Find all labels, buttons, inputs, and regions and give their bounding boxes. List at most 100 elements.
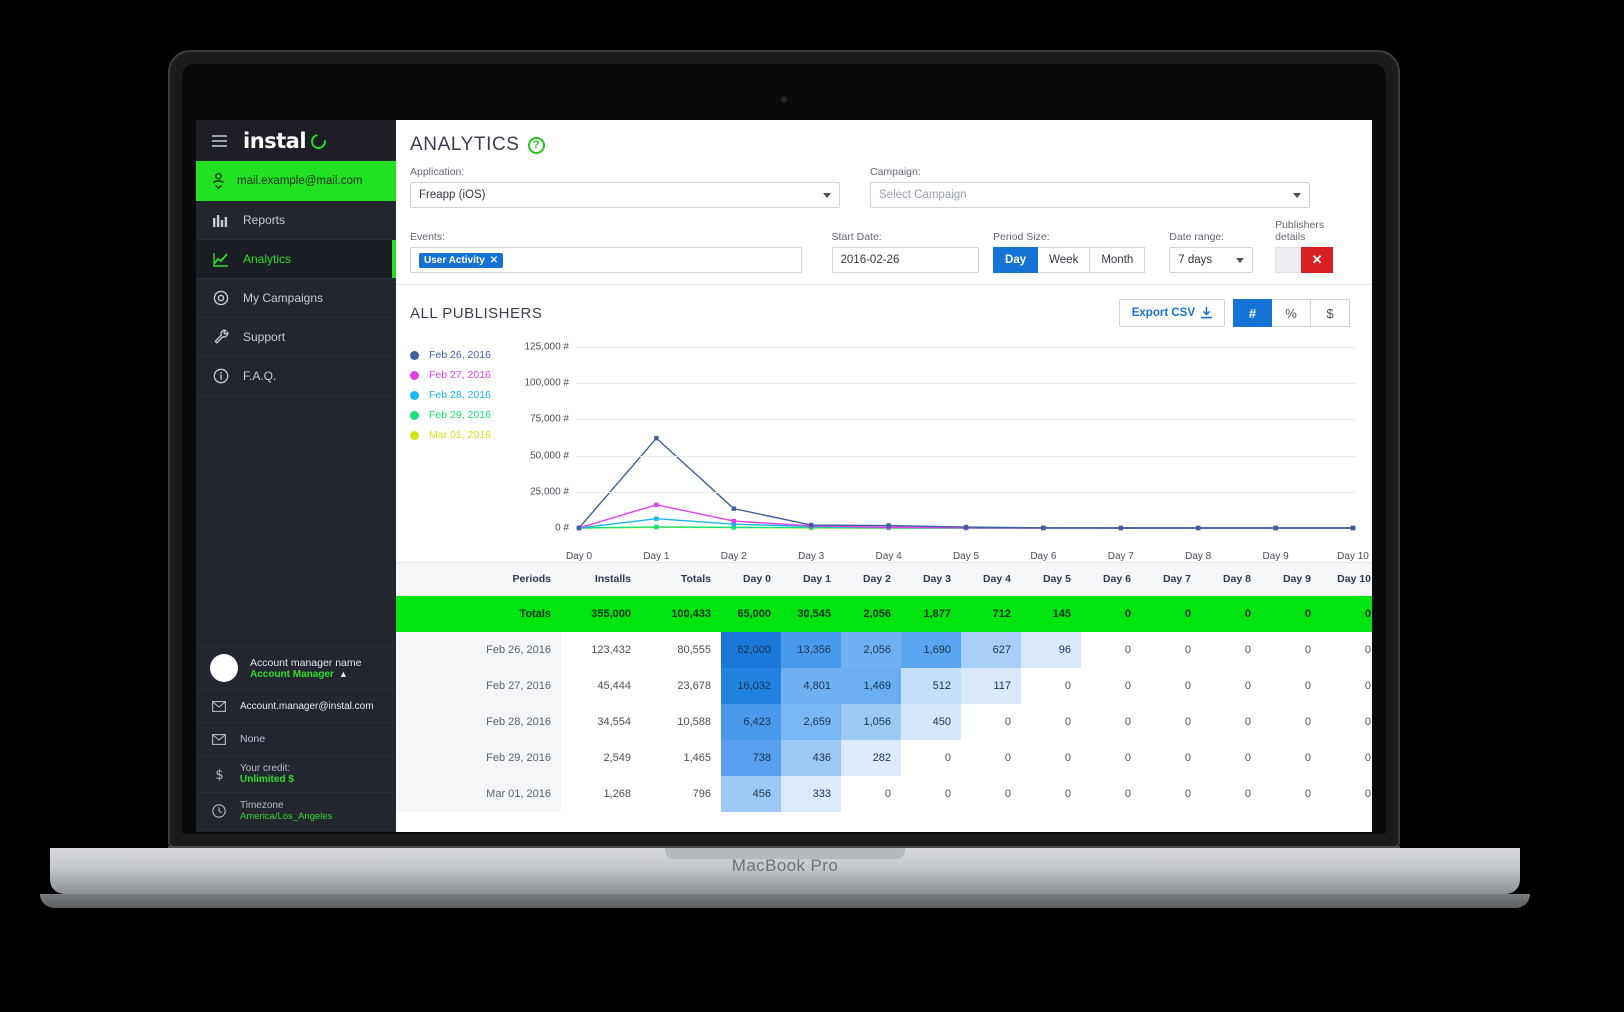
- account-manager-email: Account.manager@instal.com: [240, 700, 374, 712]
- table-column-header[interactable]: Day 7: [1141, 563, 1201, 596]
- sidebar-item-my-campaigns[interactable]: My Campaigns: [196, 279, 396, 318]
- legend-item[interactable]: Feb 28, 2016: [410, 385, 491, 405]
- table-cell: 0: [1201, 740, 1261, 776]
- chart-data-point[interactable]: [731, 506, 736, 511]
- date-range-label: Date range:: [1169, 231, 1225, 243]
- table-row[interactable]: Mar 01, 2016 1,268 796 456 333 0 0 0 0 0 0 0 0 0: [396, 776, 1372, 812]
- chart-data-point[interactable]: [1118, 525, 1123, 531]
- chart-x-tick-label: Day 7: [1107, 551, 1134, 562]
- legend-item[interactable]: Feb 27, 2016: [410, 365, 491, 385]
- table-column-header[interactable]: Day 3: [901, 563, 961, 596]
- table-cell: 0: [1201, 668, 1261, 704]
- chart-data-point[interactable]: [576, 525, 582, 531]
- application-select[interactable]: Freapp (iOS): [410, 182, 840, 208]
- sidebar-item-analytics[interactable]: Analytics: [196, 240, 396, 279]
- table-row[interactable]: Feb 29, 2016 2,549 1,465 738 436 282 0 0 0 0 0 0 0 0: [396, 740, 1372, 776]
- export-csv-button[interactable]: Export CSV: [1118, 299, 1225, 327]
- table-cell: 1,056: [841, 704, 901, 740]
- publishers-details-on-close-icon[interactable]: ✕: [1301, 247, 1334, 273]
- legend-item[interactable]: Mar 01, 2016: [410, 425, 491, 445]
- table-column-header[interactable]: Day 5: [1021, 563, 1081, 596]
- unit-hash[interactable]: #: [1233, 299, 1272, 327]
- table-cell: 10,588: [641, 704, 721, 740]
- chart-data-point[interactable]: [963, 524, 969, 530]
- table-cell: 0: [1021, 776, 1081, 812]
- table-cell: 0: [1321, 776, 1372, 812]
- help-icon[interactable]: ?: [527, 136, 545, 154]
- table-column-header[interactable]: Day 8: [1201, 563, 1261, 596]
- table-cell: 0: [1261, 776, 1321, 812]
- chart-gridline: [576, 419, 1356, 421]
- chart-x-tick-label: Day 3: [798, 551, 825, 562]
- chart-data-point[interactable]: [731, 518, 736, 524]
- unit-percent[interactable]: %: [1272, 299, 1311, 327]
- chart-x-tick-label: Day 8: [1185, 551, 1212, 562]
- export-csv-label: Export CSV: [1131, 307, 1195, 319]
- publishers-details-off[interactable]: [1275, 247, 1302, 273]
- sidebar-item-label: My Campaigns: [243, 291, 324, 305]
- chart-data-point[interactable]: [1196, 525, 1201, 531]
- chart-data-point[interactable]: [654, 436, 659, 441]
- chart-data-point[interactable]: [654, 502, 659, 507]
- unit-dollar[interactable]: $: [1311, 299, 1350, 327]
- table-column-header[interactable]: Day 6: [1081, 563, 1141, 596]
- table-row[interactable]: Feb 28, 2016 34,554 10,588 6,423 2,659 1,056 4…: [396, 704, 1372, 740]
- legend-item[interactable]: Feb 29, 2016: [410, 405, 491, 425]
- chart-x-tick-label: Day 5: [952, 551, 980, 562]
- table-column-header[interactable]: Totals: [641, 563, 721, 596]
- date-range-select[interactable]: 7 days: [1169, 247, 1254, 273]
- legend-color-dot: [410, 430, 419, 440]
- chart-data-point[interactable]: [654, 516, 659, 521]
- period-size-week[interactable]: Week: [1038, 247, 1091, 273]
- table-column-header[interactable]: Day 0: [721, 563, 781, 596]
- chart-data-point[interactable]: [1041, 525, 1046, 531]
- start-date-value: 2016-02-26: [840, 254, 900, 266]
- table-column-header[interactable]: Day 9: [1261, 563, 1321, 596]
- menu-toggle-icon[interactable]: [212, 134, 227, 147]
- table-cell: 123,432: [561, 632, 641, 668]
- account-manager-email-row[interactable]: Account.manager@instal.com: [196, 690, 396, 723]
- table-column-header[interactable]: Day 4: [961, 563, 1021, 596]
- table-column-header[interactable]: Installs: [561, 563, 641, 596]
- chart-data-point[interactable]: [1350, 525, 1356, 531]
- account-manager-profile[interactable]: Account manager name Account Manager ▲: [196, 647, 396, 690]
- table-row[interactable]: Feb 26, 2016 123,432 80,555 62,000 13,356 2,0…: [396, 632, 1372, 668]
- sidebar-item-reports[interactable]: Reports: [196, 201, 396, 240]
- chart-data-point[interactable]: [1273, 525, 1278, 531]
- unit-segmented: # % $: [1233, 299, 1350, 327]
- sidebar-item-faq[interactable]: F.A.Q.: [196, 357, 396, 396]
- campaign-select[interactable]: Select Campaign: [870, 182, 1310, 208]
- chevron-up-icon[interactable]: ▲: [339, 669, 348, 679]
- event-tag-user-activity[interactable]: User Activity ✕: [419, 252, 504, 268]
- table-cell: 80,555: [641, 632, 721, 668]
- chart-data-point[interactable]: [654, 524, 659, 530]
- sidebar-header: instal: [196, 120, 396, 161]
- campaign-label: Campaign:: [870, 166, 921, 178]
- legend-item[interactable]: Feb 26, 2016: [410, 345, 491, 365]
- table-column-header[interactable]: Day 1: [781, 563, 841, 596]
- table-row[interactable]: Feb 27, 2016 45,444 23,678 16,032 4,801 1,469…: [396, 668, 1372, 704]
- table-cell: 0: [1141, 668, 1201, 704]
- chevron-down-icon: [1293, 193, 1301, 198]
- brand-logo[interactable]: instal: [243, 129, 330, 153]
- table-cell-period: Feb 26, 2016: [396, 632, 561, 668]
- sidebar-item-support[interactable]: Support: [196, 318, 396, 357]
- chart-data-point[interactable]: [886, 523, 891, 528]
- table-column-header[interactable]: Day 2: [841, 563, 901, 596]
- close-icon[interactable]: ✕: [490, 255, 498, 266]
- sidebar-account-row[interactable]: mail.example@mail.com: [196, 161, 396, 201]
- table-totals-row: Totals 355,000 100,433 65,000 30,545 2,056 1,8…: [396, 595, 1372, 632]
- start-date-input[interactable]: 2016-02-26: [831, 247, 980, 273]
- table-column-header[interactable]: Day 10: [1321, 563, 1372, 596]
- sidebar: instal mail.example@mail.com Reports Ana…: [196, 120, 396, 832]
- events-input[interactable]: User Activity ✕: [410, 247, 802, 273]
- table-column-header[interactable]: Periods: [396, 563, 561, 596]
- account-manager-secondary-row[interactable]: None: [196, 723, 396, 756]
- chart-data-point[interactable]: [809, 522, 814, 528]
- table-cell: 65,000: [721, 595, 781, 632]
- period-size-month[interactable]: Month: [1090, 247, 1146, 273]
- period-size-day[interactable]: Day: [993, 247, 1039, 273]
- timezone-value: America/Los_Angeles: [240, 811, 333, 822]
- publishers-details-toggle[interactable]: ✕: [1275, 247, 1350, 273]
- sidebar-item-label: F.A.Q.: [243, 369, 277, 383]
